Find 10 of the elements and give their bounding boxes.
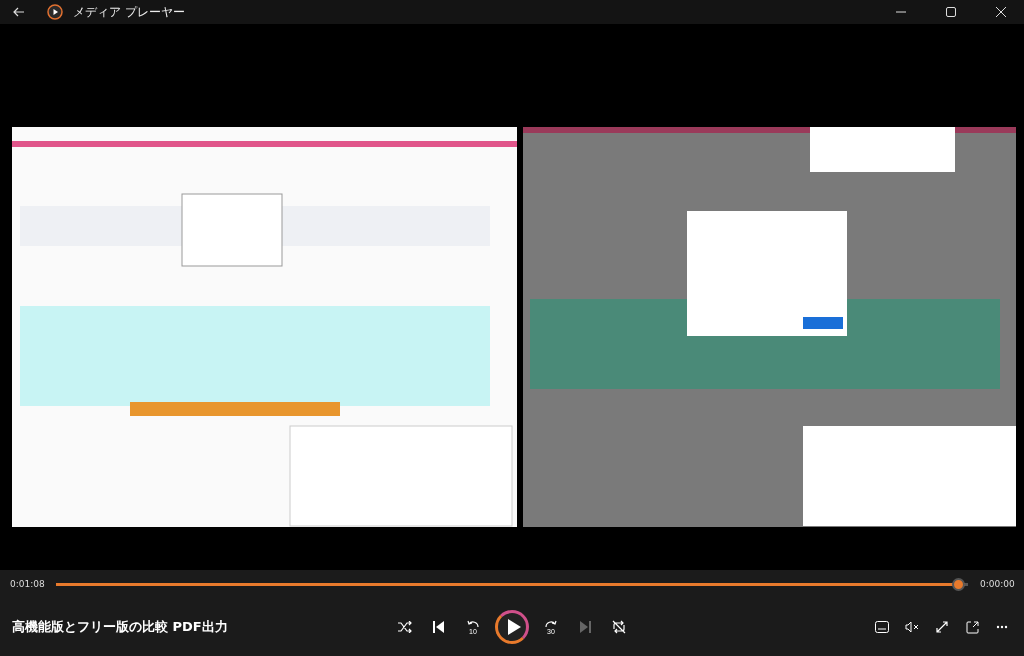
remaining-time: 0:00:00 bbox=[980, 579, 1014, 589]
close-icon[interactable] bbox=[996, 7, 1006, 17]
back-icon[interactable] bbox=[13, 7, 25, 17]
play-icon bbox=[505, 618, 522, 636]
window-title: メディア プレーヤー bbox=[73, 3, 185, 21]
elapsed-time: 0:01:08 bbox=[10, 579, 44, 589]
maximize-icon[interactable] bbox=[946, 7, 956, 17]
play-button[interactable] bbox=[495, 610, 529, 644]
app-logo-icon bbox=[47, 4, 63, 20]
media-title: 高機能版とフリー版の比較 PDF出力 bbox=[12, 618, 228, 636]
